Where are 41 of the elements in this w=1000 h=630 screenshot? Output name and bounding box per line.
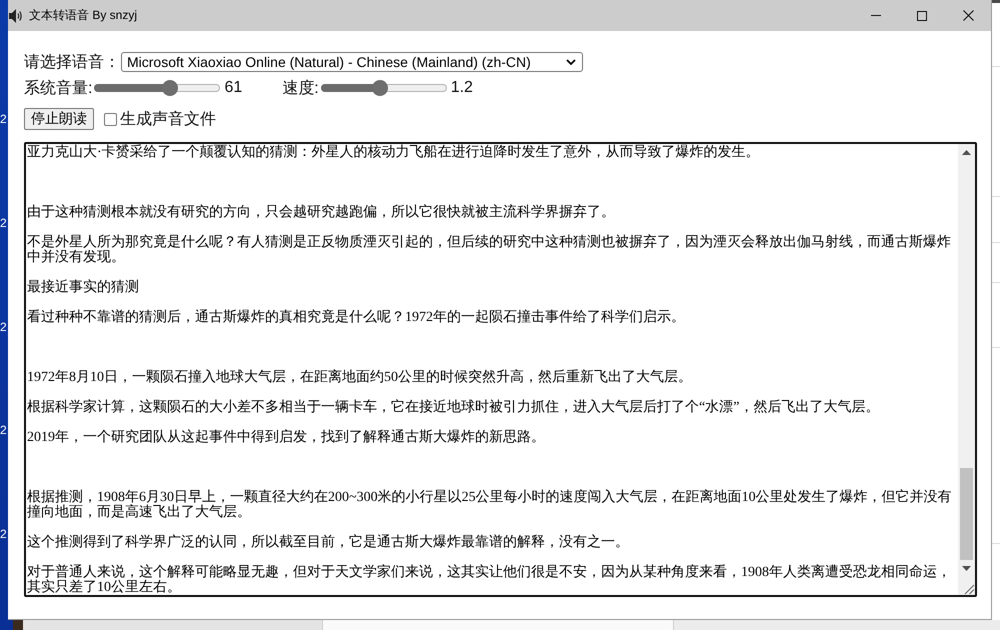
desktop-icon-label[interactable]: 2 <box>0 112 7 126</box>
desktop-icon-label[interactable]: 2 <box>0 320 7 334</box>
paragraph-text: 由于这种猜测根本就没有研究的方向，只会越研究越跑偏，所以它很快就被主流科学界摒弃了。 <box>27 205 616 220</box>
paragraph-text: 2019年，一个研究团队从这起事件中得到启发，找到了解释通古斯大爆炸的新思路。 <box>27 430 546 445</box>
paragraph-text: 对于普通人来说，这个解释可能略显无趣，但对于天文学家们来说，这其实让他们很是不安，因为从某种角度来看，1908年人类离遭受恐龙相同命运，其实只差了10公里左右。 <box>27 565 952 595</box>
speed-slider[interactable] <box>320 80 447 96</box>
paragraph-text: 最接近事实的猜测 <box>27 280 140 295</box>
speed-label: 速度: <box>282 78 319 98</box>
scroll-down-icon[interactable] <box>962 566 971 571</box>
paragraph-text: 1972年8月10日，一颗陨石撞入地球大气层，在距离地面约50公里的时候突然升高，然后重新飞出了大气层。 <box>27 370 693 385</box>
voice-select[interactable]: Microsoft Xiaoxiao Online (Natural) - Chinese (Mainland) (zh-CN) <box>121 52 583 72</box>
volume-label: 系统音量: <box>24 78 92 98</box>
window-title: 文本转语音 By snzyj <box>29 7 138 24</box>
paragraph-text: 根据科学家计算，这颗陨石的大小差不多相当于一辆卡车，它在接近地球时被引力抓住，进入大气层后打了个“水漂”，然后飞出了大气层。 <box>27 400 880 415</box>
paragraph-text: 亚力克山大·卡赟采给了一个颠覆认知的猜测：外星人的核动力飞船在进行迫降时发生了意外，从而导致了爆炸的发生。 <box>27 145 761 160</box>
resize-grip-icon[interactable] <box>958 577 975 595</box>
slider-thumb[interactable] <box>162 80 178 96</box>
paragraph-text: 根据推测，1908年6月30日早上，一颗直径大约在200~300米的小行星以25公里每小时的速度闯入大气层，在距离地面10公里处发生了爆炸，但它并没有撞向地面，而是高速飞出了大气层。 <box>27 490 953 520</box>
stop-reading-button[interactable]: 停止朗读 <box>24 108 94 130</box>
close-icon <box>962 10 974 21</box>
slider-thumb[interactable] <box>372 80 388 96</box>
desktop-icon-label[interactable]: 2 <box>0 527 7 541</box>
desktop-icon-label[interactable]: 2 <box>0 216 7 230</box>
text-area[interactable] <box>24 142 977 597</box>
maximize-icon <box>917 10 927 20</box>
minimize-icon <box>871 15 881 16</box>
scrollbar[interactable] <box>958 144 975 577</box>
checkbox-label[interactable]: 生成声音文件 <box>120 108 216 130</box>
paragraph-text: 这个推测得到了科学界广泛的认同，所以截至目前，它是通古斯大爆炸最靠谱的解释，没有之一。 <box>27 535 630 550</box>
volume-slider[interactable] <box>94 80 220 96</box>
paragraph-text: 不是外星人所为那究竟是什么呢？有人猜测是正反物质湮灭引起的，但后续的研究中这种猜测也被摒弃了，因为湮灭会释放出伽马射线，而通古斯爆炸中并没有发现。 <box>27 235 952 265</box>
desktop-icon-label[interactable]: 2 <box>0 423 7 437</box>
scroll-thumb[interactable] <box>960 468 973 560</box>
chevron-down-icon <box>566 59 576 65</box>
voice-label: 请选择语音： <box>24 52 120 72</box>
scroll-up-icon[interactable] <box>962 150 971 155</box>
paragraph-text: 看过种种不靠谱的猜测后，通古斯爆炸的真相究竟是什么呢？1972年的一起陨石撞击事件给了科学们启示。 <box>27 310 686 325</box>
volume-value: 61 <box>224 79 242 97</box>
speed-value: 1.2 <box>450 79 473 97</box>
save-audio-checkbox[interactable] <box>104 112 117 126</box>
speaker-icon <box>9 8 23 24</box>
